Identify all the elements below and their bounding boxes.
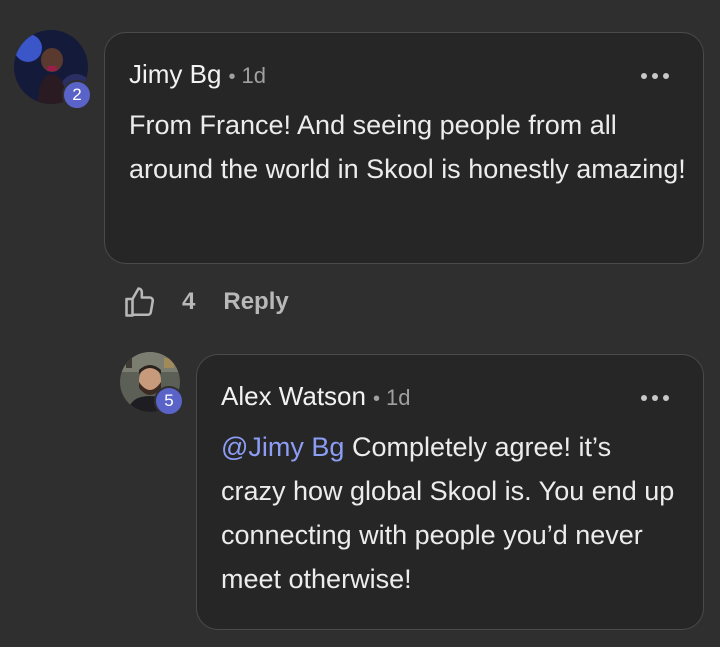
comment-timestamp[interactable]: 1d: [241, 63, 265, 89]
more-options-icon[interactable]: [641, 393, 669, 403]
comment-author-name[interactable]: Jimy Bg: [129, 59, 221, 90]
reply-timestamp[interactable]: 1d: [386, 385, 410, 411]
reply-button[interactable]: Reply: [223, 288, 288, 316]
level-badge: 2: [62, 80, 92, 110]
separator-dot: •: [372, 388, 380, 410]
thumbs-up-icon[interactable]: [122, 284, 158, 320]
reply-text: @Jimy Bg Completely agree! it’s crazy ho…: [221, 425, 683, 601]
level-badge: 5: [154, 386, 184, 416]
comment-bubble: Jimy Bg • 1d From France! And seeing peo…: [104, 32, 704, 264]
separator-dot: •: [228, 66, 236, 88]
more-options-icon[interactable]: [641, 71, 669, 81]
reply-author-name[interactable]: Alex Watson: [221, 381, 366, 412]
comment-avatar-wrap[interactable]: 2: [14, 30, 92, 110]
like-count: 4: [182, 288, 196, 315]
reply-bubble: Alex Watson • 1d @Jimy Bg Completely agr…: [196, 354, 704, 630]
mention-link[interactable]: @Jimy Bg: [221, 432, 344, 462]
comment-actions: 4 Reply: [122, 282, 289, 322]
comment-text: From France! And seeing people from all …: [129, 110, 686, 184]
reply-avatar-wrap[interactable]: 5: [120, 352, 184, 416]
